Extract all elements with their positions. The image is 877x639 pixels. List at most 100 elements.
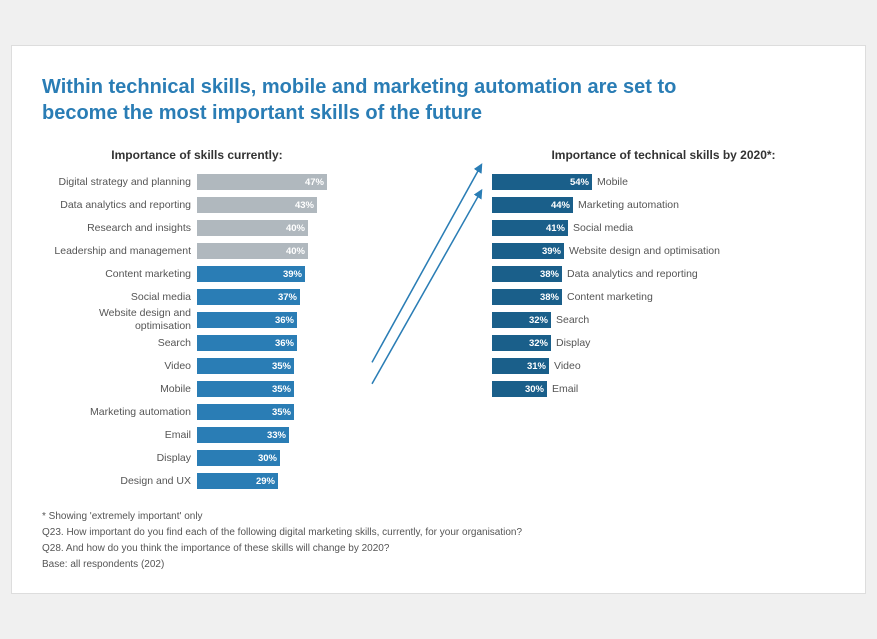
left-bar-fill: 39%: [197, 266, 305, 282]
right-bar-row: 39%Website design and optimisation: [492, 241, 835, 261]
left-bar-row: Leadership and management40%: [42, 241, 362, 261]
right-bar-label: Display: [551, 337, 590, 350]
right-bar-fill: 54%: [492, 174, 592, 190]
left-bar-wrap: 35%: [197, 358, 362, 374]
left-bar-wrap: 40%: [197, 243, 362, 259]
right-bar-fill: 44%: [492, 197, 573, 213]
left-bar-wrap: 36%: [197, 312, 362, 328]
right-bar-fill: 32%: [492, 312, 551, 328]
footnote-line: Q28. And how do you think the importance…: [42, 541, 835, 557]
left-bar-row: Data analytics and reporting43%: [42, 195, 362, 215]
right-bars-container: 54%Mobile 44%Marketing automation 41%Socia…: [492, 172, 835, 399]
right-bar-row: 41%Social media: [492, 218, 835, 238]
footnote-line: Base: all respondents (202): [42, 557, 835, 573]
right-bar-fill: 32%: [492, 335, 551, 351]
right-bar-row: 38%Content marketing: [492, 287, 835, 307]
left-bar-label: Digital strategy and planning: [42, 176, 197, 189]
left-bar-wrap: 47%: [197, 174, 362, 190]
left-bar-fill: 47%: [197, 174, 327, 190]
left-bars-container: Digital strategy and planning47%Data ana…: [42, 172, 362, 491]
left-bar-row: Search36%: [42, 333, 362, 353]
right-bar-label: Content marketing: [562, 291, 653, 304]
left-bar-fill: 40%: [197, 243, 308, 259]
left-bar-wrap: 40%: [197, 220, 362, 236]
left-bar-label: Marketing automation: [42, 406, 197, 419]
left-bar-row: Email33%: [42, 425, 362, 445]
left-bar-row: Social media37%: [42, 287, 362, 307]
right-bar-label: Email: [547, 383, 578, 396]
right-bar-label: Search: [551, 314, 589, 327]
main-card: Within technical skills, mobile and mark…: [11, 45, 866, 594]
left-bar-fill: 40%: [197, 220, 308, 236]
right-bar-row: 32%Search: [492, 310, 835, 330]
right-bar-row: 32%Display: [492, 333, 835, 353]
left-bar-fill: 35%: [197, 381, 294, 397]
left-bar-label: Leadership and management: [42, 245, 197, 258]
left-bar-row: Video35%: [42, 356, 362, 376]
left-bar-wrap: 30%: [197, 450, 362, 466]
left-bar-label: Data analytics and reporting: [42, 199, 197, 212]
left-bar-wrap: 36%: [197, 335, 362, 351]
left-bar-label: Search: [42, 337, 197, 350]
page-title: Within technical skills, mobile and mark…: [42, 74, 742, 126]
left-bar-wrap: 43%: [197, 197, 362, 213]
right-chart-title: Importance of technical skills by 2020*:: [492, 148, 835, 162]
right-bar-fill: 38%: [492, 289, 562, 305]
left-bar-row: Marketing automation35%: [42, 402, 362, 422]
left-bar-label: Content marketing: [42, 268, 197, 281]
right-bar-label: Marketing automation: [573, 199, 679, 212]
right-bar-label: Video: [549, 360, 581, 373]
left-bar-fill: 37%: [197, 289, 300, 305]
left-bar-label: Design and UX: [42, 475, 197, 488]
right-bar-label: Social media: [568, 222, 633, 235]
left-bar-fill: 30%: [197, 450, 280, 466]
right-bar-row: 31%Video: [492, 356, 835, 376]
right-bar-fill: 31%: [492, 358, 549, 374]
left-bar-wrap: 39%: [197, 266, 362, 282]
right-bar-fill: 30%: [492, 381, 547, 397]
footnotes: * Showing 'extremely important' onlyQ23.…: [42, 509, 835, 573]
left-bar-fill: 36%: [197, 335, 297, 351]
right-bar-fill: 41%: [492, 220, 568, 236]
right-bar-row: 30%Email: [492, 379, 835, 399]
left-chart: Importance of skills currently: Digital …: [42, 148, 362, 491]
left-bar-row: Research and insights40%: [42, 218, 362, 238]
left-bar-fill: 29%: [197, 473, 278, 489]
right-bar-row: 38%Data analytics and reporting: [492, 264, 835, 284]
left-bar-label: Research and insights: [42, 222, 197, 235]
right-bar-row: 44%Marketing automation: [492, 195, 835, 215]
left-bar-row: Design and UX29%: [42, 471, 362, 491]
left-bar-wrap: 35%: [197, 404, 362, 420]
left-bar-label: Display: [42, 452, 197, 465]
left-bar-label: Mobile: [42, 383, 197, 396]
left-bar-fill: 36%: [197, 312, 297, 328]
left-bar-row: Mobile35%: [42, 379, 362, 399]
right-bar-row: 54%Mobile: [492, 172, 835, 192]
right-bar-label: Data analytics and reporting: [562, 268, 698, 281]
right-bar-fill: 38%: [492, 266, 562, 282]
left-bar-label: Social media: [42, 291, 197, 304]
left-bar-row: Display30%: [42, 448, 362, 468]
footnote-line: Q23. How important do you find each of t…: [42, 525, 835, 541]
left-bar-fill: 33%: [197, 427, 289, 443]
right-bar-label: Mobile: [592, 176, 628, 189]
left-bar-row: Content marketing39%: [42, 264, 362, 284]
left-bar-fill: 35%: [197, 358, 294, 374]
left-bar-wrap: 29%: [197, 473, 362, 489]
arrows-section: [362, 148, 492, 491]
left-bar-row: Website design and optimisation36%: [42, 310, 362, 330]
left-bar-fill: 35%: [197, 404, 294, 420]
left-bar-wrap: 37%: [197, 289, 362, 305]
right-chart: Importance of technical skills by 2020*:…: [492, 148, 835, 491]
left-bar-row: Digital strategy and planning47%: [42, 172, 362, 192]
left-bar-label: Website design and optimisation: [42, 307, 197, 332]
left-bar-label: Email: [42, 429, 197, 442]
left-chart-title: Importance of skills currently:: [42, 148, 362, 162]
arrows-svg: [362, 148, 492, 491]
right-bar-label: Website design and optimisation: [564, 245, 720, 258]
left-bar-fill: 43%: [197, 197, 317, 213]
right-bar-fill: 39%: [492, 243, 564, 259]
left-bar-label: Video: [42, 360, 197, 373]
left-bar-wrap: 35%: [197, 381, 362, 397]
charts-area: Importance of skills currently: Digital …: [42, 148, 835, 491]
